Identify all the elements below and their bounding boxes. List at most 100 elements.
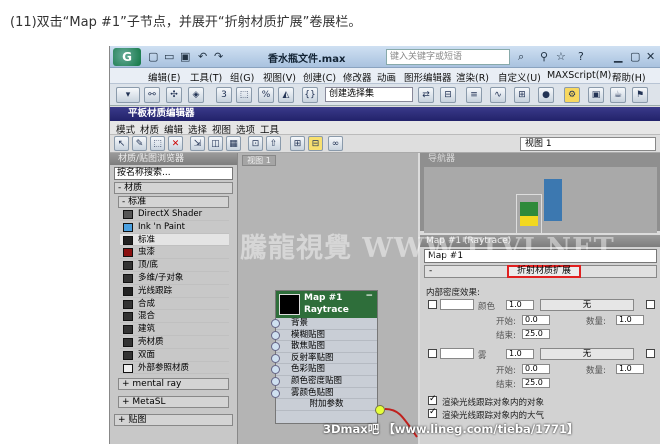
max-logo-icon[interactable]: G: [113, 48, 141, 66]
maximize-icon[interactable]: ▢: [630, 49, 640, 65]
rollout-collapse-icon[interactable]: -: [429, 266, 432, 276]
fog-checkbox[interactable]: [428, 349, 437, 358]
material-item[interactable]: 光线跟踪: [120, 285, 229, 298]
rollout-refraction-extension[interactable]: 折射材质扩展: [507, 265, 581, 278]
fog-map-checkbox[interactable]: [646, 349, 655, 358]
minimize-icon[interactable]: ▁: [614, 49, 622, 65]
move-children-icon[interactable]: ⇲: [190, 136, 205, 151]
mirror-icon[interactable]: ⇄: [418, 87, 434, 103]
color-map-checkbox[interactable]: [646, 300, 655, 309]
material-search-input[interactable]: 按名称搜索...: [114, 167, 233, 180]
view-dropdown[interactable]: 视图 1: [520, 137, 656, 151]
render-frame-icon[interactable]: ▣: [588, 87, 604, 103]
material-editor-icon[interactable]: ●: [538, 87, 554, 103]
render-atmosphere-checkbox[interactable]: [428, 407, 437, 418]
slot-socket-icon[interactable]: [271, 365, 280, 375]
material-item[interactable]: Ink 'n Paint: [120, 221, 229, 234]
search-input[interactable]: 键入关键字或短语: [386, 49, 510, 65]
link-icon[interactable]: ⚯: [144, 87, 160, 103]
menu-modifiers[interactable]: 修改器: [343, 70, 372, 84]
start-spinner-2[interactable]: 0.0: [522, 364, 550, 374]
menu-edit[interactable]: 编辑(E): [148, 70, 180, 84]
rollout-header[interactable]: - 折射材质扩展: [424, 265, 657, 278]
group-materials[interactable]: - 材质: [114, 182, 233, 194]
selection-set-dropdown[interactable]: 创建选择集: [325, 87, 413, 102]
layout-icon[interactable]: ⊞: [290, 136, 305, 151]
material-item[interactable]: 多维/子对象: [120, 272, 229, 285]
color-map-button[interactable]: 无: [540, 299, 634, 311]
delete-icon[interactable]: ✕: [168, 136, 183, 151]
show-map-icon[interactable]: ◫: [208, 136, 223, 151]
fog-amount-spinner[interactable]: 1.0: [506, 349, 534, 359]
unlink-icon[interactable]: ✣: [166, 87, 182, 103]
group-metasl[interactable]: + MetaSL: [118, 396, 229, 409]
slot-socket-icon[interactable]: [271, 388, 280, 398]
render-setup-icon[interactable]: ⚙: [564, 87, 580, 103]
material-item[interactable]: 混合: [120, 310, 229, 324]
open-icon[interactable]: ▭: [164, 49, 174, 65]
node-collapse-icon[interactable]: −: [365, 291, 373, 301]
percent-snap-icon[interactable]: %: [258, 87, 274, 103]
material-item[interactable]: 标准: [120, 233, 229, 247]
slot-socket-icon[interactable]: [271, 342, 280, 352]
editor-menu-select[interactable]: 选择: [188, 122, 207, 136]
menu-rendering[interactable]: 渲染(R): [456, 70, 489, 84]
slot-socket-icon[interactable]: [271, 353, 280, 363]
menu-tools[interactable]: 工具(T): [190, 70, 222, 84]
select-region-icon[interactable]: ⬚: [236, 87, 252, 103]
node-output-socket[interactable]: [375, 405, 385, 415]
align-icon[interactable]: ⊟: [440, 87, 456, 103]
material-item[interactable]: 虫漆: [120, 246, 229, 260]
node-slot[interactable]: 反射率贴图: [271, 353, 377, 365]
fog-swatch[interactable]: [440, 348, 474, 359]
menu-animation[interactable]: 动画: [377, 70, 396, 84]
end-spinner-1[interactable]: 25.0: [522, 329, 550, 339]
node-slot[interactable]: 附加参数: [276, 399, 377, 411]
render-icon[interactable]: ☕: [610, 87, 626, 103]
bind-icon[interactable]: ◈: [188, 87, 204, 103]
editor-menu-material[interactable]: 材质: [140, 122, 159, 136]
material-item[interactable]: 外部参照材质: [120, 362, 229, 375]
group-standard[interactable]: - 标准: [118, 196, 229, 208]
editor-menu-options[interactable]: 选项: [236, 122, 255, 136]
help-icon[interactable]: ?: [578, 49, 584, 65]
map-node[interactable]: Map #1 Raytrace − 背景 模糊贴图 散焦贴图 反射率贴图 色彩贴图 颜色密…: [271, 290, 378, 424]
layout-children-icon[interactable]: ⊟: [308, 136, 323, 151]
show-end-result-icon[interactable]: ⊡: [248, 136, 263, 151]
material-map-navigator-icon[interactable]: ∞: [328, 136, 343, 151]
render-objects-checkbox[interactable]: [428, 394, 437, 405]
view-tab[interactable]: 视图 1: [242, 155, 276, 166]
editor-menu-modes[interactable]: 模式: [116, 122, 135, 136]
menu-maxscript[interactable]: MAXScript(M): [547, 70, 611, 81]
material-item[interactable]: 双面: [120, 349, 229, 362]
navigator-view[interactable]: [424, 167, 657, 234]
redo-icon[interactable]: ↷: [214, 49, 223, 65]
group-mental-ray[interactable]: + mental ray: [118, 378, 229, 391]
material-item[interactable]: 顶/底: [120, 259, 229, 272]
menu-create[interactable]: 创建(C): [303, 70, 336, 84]
undo-dropdown-icon[interactable]: ▾: [116, 87, 140, 103]
key-icon[interactable]: ⚲: [540, 49, 548, 65]
layers-icon[interactable]: ≡: [466, 87, 482, 103]
menu-customize[interactable]: 自定义(U): [498, 70, 541, 84]
slot-socket-icon[interactable]: [271, 376, 280, 386]
node-slot[interactable]: 颜色密度贴图: [271, 376, 377, 388]
end-spinner-2[interactable]: 25.0: [522, 378, 550, 388]
select-icon[interactable]: 3: [216, 87, 232, 103]
binoculars-icon[interactable]: ⌕: [518, 49, 524, 65]
fog-map-button[interactable]: 无: [540, 348, 634, 360]
slot-socket-icon[interactable]: [271, 319, 280, 328]
schematic-icon[interactable]: ⊞: [514, 87, 530, 103]
color-checkbox[interactable]: [428, 300, 437, 309]
curve-editor-icon[interactable]: ∿: [490, 87, 506, 103]
material-item[interactable]: DirectX Shader: [120, 208, 229, 221]
material-item[interactable]: 合成: [120, 298, 229, 311]
node-slot[interactable]: 雾颜色贴图: [271, 388, 377, 400]
show-background-icon[interactable]: ▦: [226, 136, 241, 151]
pick-icon[interactable]: ↖: [114, 136, 129, 151]
undo-icon[interactable]: ↶: [198, 49, 207, 65]
slot-socket-icon[interactable]: [271, 330, 280, 340]
material-item[interactable]: 建筑: [120, 323, 229, 336]
eyedropper-icon[interactable]: ✎: [132, 136, 147, 151]
menu-help[interactable]: 帮助(H): [612, 70, 646, 84]
